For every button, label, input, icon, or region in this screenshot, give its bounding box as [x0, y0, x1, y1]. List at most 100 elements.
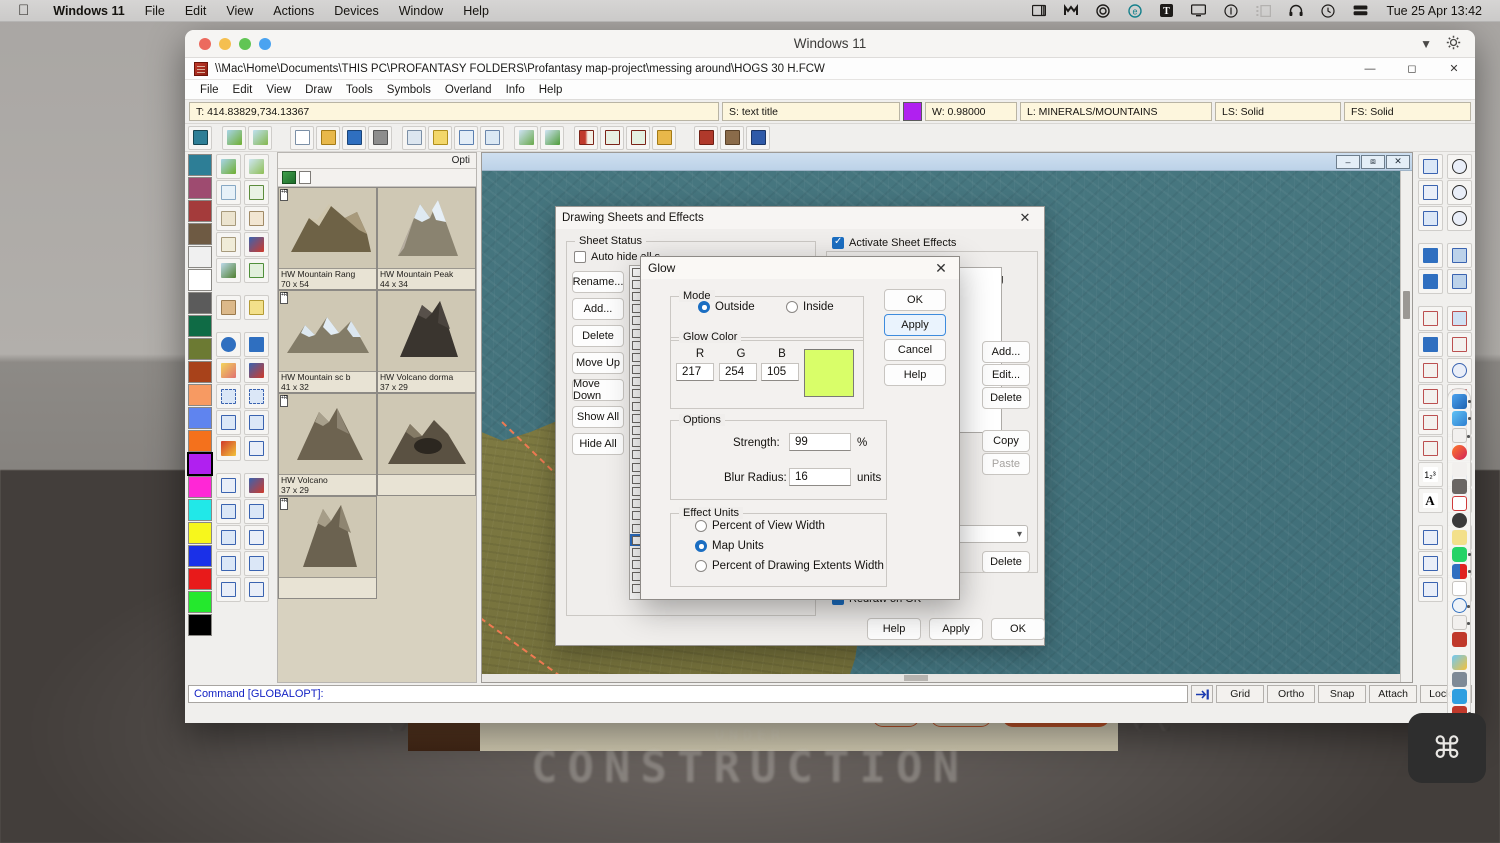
- weather-app-icon[interactable]: [1451, 655, 1467, 670]
- add-effect-button[interactable]: Add...: [982, 341, 1030, 363]
- map-hscrollbar[interactable]: [482, 674, 1400, 682]
- glow-blue-input[interactable]: 105: [761, 363, 799, 381]
- document-image-icon[interactable]: [480, 125, 504, 150]
- rectangle-icon[interactable]: [1446, 306, 1472, 331]
- effect-unit-map-units-dot[interactable]: [695, 540, 707, 552]
- symbol-panel-options-label[interactable]: Opti: [452, 155, 470, 166]
- text-properties-icon[interactable]: [243, 473, 269, 498]
- ortho-toggle-button[interactable]: Ortho: [1267, 685, 1316, 703]
- symbol-item[interactable]: +R HW Volcano 37 x 29: [278, 393, 377, 496]
- book-dark-icon[interactable]: [1451, 479, 1467, 494]
- bring-to-front-icon[interactable]: [1417, 243, 1443, 268]
- info-circle-icon[interactable]: [1215, 3, 1247, 18]
- color-swatch-11[interactable]: [188, 407, 212, 429]
- undo-icon[interactable]: [215, 332, 241, 357]
- move-down-button[interactable]: Move Down: [572, 378, 624, 402]
- scale-icon[interactable]: [243, 499, 269, 524]
- sheets-ok-button[interactable]: OK: [991, 618, 1045, 640]
- map-vscrollbar[interactable]: [1400, 171, 1412, 682]
- number-tool-icon[interactable]: 1₂³: [1417, 462, 1443, 487]
- layer-field[interactable]: L: MINERALS/MOUNTAINS: [1020, 102, 1212, 121]
- time-machine-icon[interactable]: [1451, 598, 1470, 613]
- t-badge-icon[interactable]: T: [1151, 4, 1182, 17]
- offset-icon[interactable]: [215, 525, 241, 550]
- symbol-item[interactable]: [377, 393, 476, 496]
- finder-icon[interactable]: [1451, 394, 1471, 409]
- delete-preset-button[interactable]: Delete: [982, 551, 1030, 573]
- line-tool-icon[interactable]: [1417, 306, 1443, 331]
- width-field[interactable]: W: 0.98000: [925, 102, 1017, 121]
- grid-overlay-icon[interactable]: [215, 232, 241, 257]
- effect-unit-map-units-radio[interactable]: Map Units: [695, 540, 764, 552]
- color-swatch-16[interactable]: [188, 522, 212, 544]
- parallels-icon[interactable]: [1451, 564, 1471, 579]
- contour-icon[interactable]: [215, 180, 241, 205]
- show-all-button[interactable]: Show All: [572, 406, 624, 428]
- linestyle-field[interactable]: LS: Solid: [1215, 102, 1341, 121]
- windows-app-icon[interactable]: [1451, 689, 1467, 704]
- book-icon[interactable]: [574, 125, 598, 150]
- mode-inside-radio[interactable]: Inside: [786, 301, 834, 313]
- book-next-icon[interactable]: [626, 125, 650, 150]
- cc3-menu-symbols[interactable]: Symbols: [380, 84, 438, 96]
- explode-icon[interactable]: [215, 436, 241, 461]
- storage-icon[interactable]: [1344, 4, 1377, 17]
- array-icon[interactable]: [243, 384, 269, 409]
- effect-unit-view-width-radio[interactable]: Percent of View Width: [695, 520, 825, 532]
- paste-effects-button[interactable]: Paste: [982, 453, 1030, 475]
- color-swatch-5[interactable]: [188, 269, 212, 291]
- color-swatch-1[interactable]: [188, 177, 212, 199]
- cc3-menu-view[interactable]: View: [259, 84, 298, 96]
- activate-sheet-effects-checkbox[interactable]: Activate Sheet Effects: [832, 236, 956, 249]
- mode-outside-radio-dot[interactable]: [698, 301, 710, 313]
- terrain-fill-icon[interactable]: [215, 258, 241, 283]
- edit-effect-button[interactable]: Edit...: [982, 364, 1030, 386]
- menubar-item-edit[interactable]: Edit: [175, 4, 217, 18]
- color-swatch-19[interactable]: [188, 591, 212, 613]
- headphones-icon[interactable]: [1280, 4, 1312, 17]
- map-icon[interactable]: [215, 154, 241, 179]
- close-icon[interactable]: ✕: [1386, 154, 1410, 169]
- symbol-list-icon[interactable]: [299, 171, 311, 184]
- cc3-menu-help[interactable]: Help: [532, 84, 570, 96]
- color-swatch-8[interactable]: [188, 338, 212, 360]
- symbol-item[interactable]: HW Mountain Peak 44 x 34: [377, 187, 476, 290]
- move-up-button[interactable]: Move Up: [572, 352, 624, 374]
- freehand-icon[interactable]: [1417, 332, 1443, 357]
- tools-wrench-icon[interactable]: [1451, 462, 1467, 477]
- pen-tool-icon[interactable]: [1451, 615, 1470, 630]
- hide-all-button[interactable]: Hide All: [572, 433, 624, 455]
- color-swatch-13[interactable]: [187, 452, 213, 476]
- send-backward-icon[interactable]: [1446, 269, 1472, 294]
- print-icon[interactable]: [368, 125, 392, 150]
- zoom-in-icon[interactable]: [1446, 154, 1472, 179]
- cross-snap-icon[interactable]: [243, 577, 269, 602]
- mail-merge-icon[interactable]: [1055, 4, 1087, 17]
- color-swatch-18[interactable]: [188, 568, 212, 590]
- glow-cancel-button[interactable]: Cancel: [884, 339, 946, 361]
- menubar-item-window[interactable]: Window: [389, 4, 453, 18]
- add-sheet-button[interactable]: Add...: [572, 298, 624, 320]
- color-swatch-10[interactable]: [188, 384, 212, 406]
- effect-unit-view-width-dot[interactable]: [695, 520, 707, 532]
- document-edit-icon[interactable]: [454, 125, 478, 150]
- close-icon[interactable]: ✕: [1012, 210, 1038, 226]
- cc3-menu-draw[interactable]: Draw: [298, 84, 339, 96]
- attach-toggle-button[interactable]: Attach: [1369, 685, 1418, 703]
- symbol-item[interactable]: HW Volcano dorma 37 x 29: [377, 290, 476, 393]
- notes-pen-icon[interactable]: [1451, 428, 1470, 443]
- delete-sheet-button[interactable]: Delete: [572, 325, 624, 347]
- zoom-out-icon[interactable]: [1446, 180, 1472, 205]
- new-file-icon[interactable]: [290, 125, 314, 150]
- glow-red-input[interactable]: 217: [676, 363, 714, 381]
- display-icon[interactable]: [1182, 4, 1215, 17]
- polygon-icon[interactable]: [1446, 332, 1472, 357]
- zoom-extents-icon[interactable]: [1417, 180, 1443, 205]
- color-swatch-17[interactable]: [188, 545, 212, 567]
- vector-path-icon[interactable]: [243, 180, 269, 205]
- curve-node-icon[interactable]: [1417, 577, 1443, 602]
- close-icon[interactable]: ✕: [1433, 58, 1475, 79]
- fill-color-icon[interactable]: [188, 125, 212, 150]
- open-file-icon[interactable]: [316, 125, 340, 150]
- break-icon[interactable]: [215, 499, 241, 524]
